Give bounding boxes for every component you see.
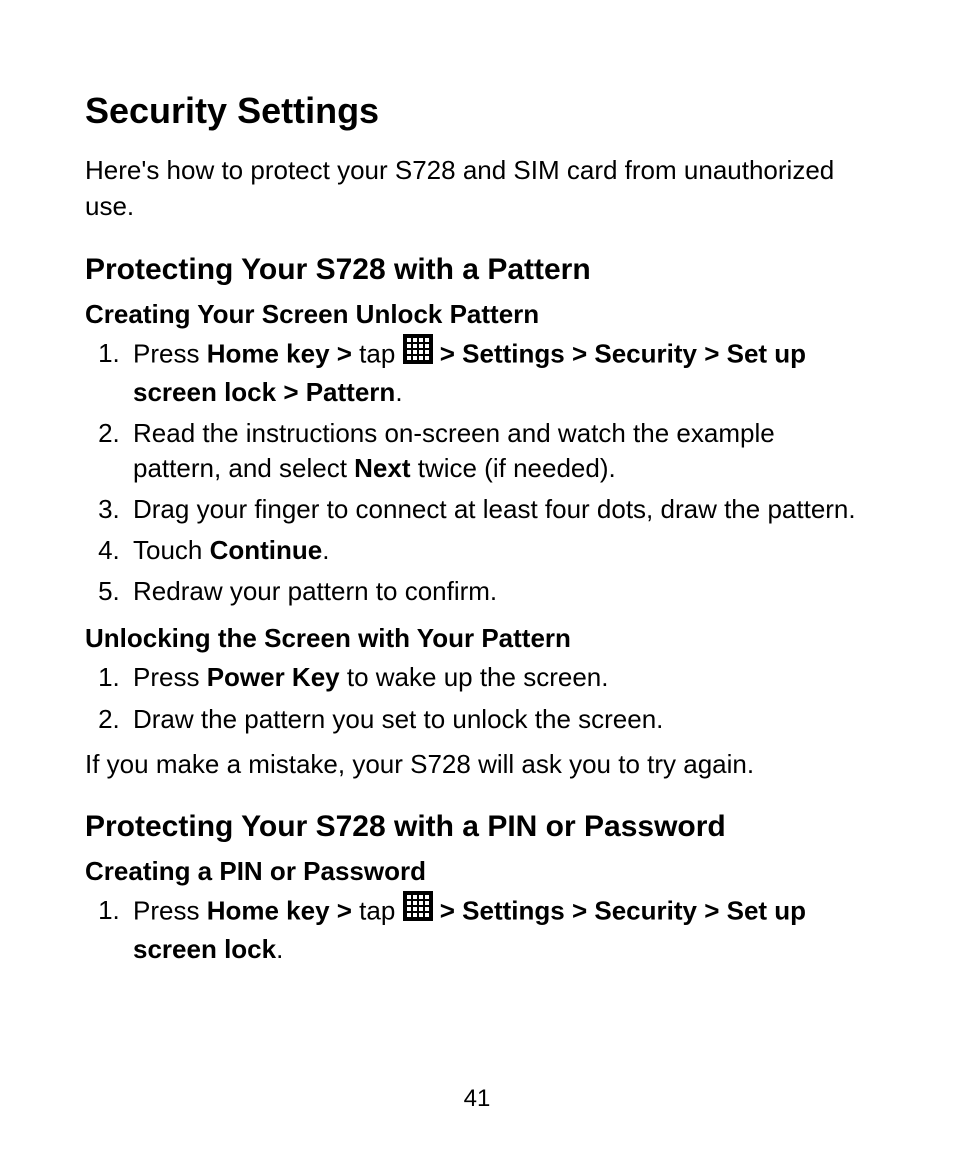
subsection-create-pin: Creating a PIN or Password Press Home ke…: [85, 856, 869, 967]
subsection-heading: Unlocking the Screen with Your Pattern: [85, 623, 869, 654]
section-pin-password: Protecting Your S728 with a PIN or Passw…: [85, 810, 869, 967]
subsection-unlock-pattern: Unlocking the Screen with Your Pattern P…: [85, 623, 869, 781]
list-item: Press Home key > tap > Settings > Securi…: [127, 336, 869, 410]
ordered-list: Press Home key > tap > Settings > Securi…: [85, 893, 869, 967]
bold-text: Continue: [210, 535, 323, 565]
subsection-heading: Creating a PIN or Password: [85, 856, 869, 887]
list-item: Draw the pattern you set to unlock the s…: [127, 702, 869, 737]
text: tap: [359, 338, 402, 368]
ordered-list: Press Power Key to wake up the screen. D…: [85, 660, 869, 736]
section-heading: Protecting Your S728 with a PIN or Passw…: [85, 810, 869, 844]
list-item: Read the instructions on-screen and watc…: [127, 416, 869, 486]
text: Press: [133, 662, 207, 692]
section-heading: Protecting Your S728 with a Pattern: [85, 253, 869, 287]
apps-grid-icon: [403, 891, 433, 930]
list-item: Redraw your pattern to confirm.: [127, 574, 869, 609]
text: tap: [359, 895, 402, 925]
text: .: [276, 934, 283, 964]
page-title: Security Settings: [85, 90, 869, 132]
list-item: Press Home key > tap > Settings > Securi…: [127, 893, 869, 967]
subsection-heading: Creating Your Screen Unlock Pattern: [85, 299, 869, 330]
list-item: Drag your finger to connect at least fou…: [127, 492, 869, 527]
page-number: 41: [0, 1085, 954, 1113]
bold-text: Home key >: [207, 895, 359, 925]
subsection-create-pattern: Creating Your Screen Unlock Pattern Pres…: [85, 299, 869, 610]
list-item: Touch Continue.: [127, 533, 869, 568]
note-text: If you make a mistake, your S728 will as…: [85, 747, 869, 782]
text: Touch: [133, 535, 210, 565]
list-item: Press Power Key to wake up the screen.: [127, 660, 869, 695]
text: Press: [133, 338, 207, 368]
text: Press: [133, 895, 207, 925]
document-page: Security Settings Here's how to protect …: [0, 0, 954, 1168]
apps-grid-icon: [403, 334, 433, 373]
text: twice (if needed).: [411, 453, 616, 483]
bold-text: Home key >: [207, 338, 359, 368]
intro-text: Here's how to protect your S728 and SIM …: [85, 152, 869, 225]
ordered-list: Press Home key > tap > Settings > Securi…: [85, 336, 869, 610]
text: to wake up the screen.: [340, 662, 609, 692]
bold-text: Power Key: [207, 662, 340, 692]
section-pattern: Protecting Your S728 with a Pattern Crea…: [85, 253, 869, 782]
bold-text: Next: [354, 453, 410, 483]
text: .: [395, 377, 402, 407]
text: .: [322, 535, 329, 565]
